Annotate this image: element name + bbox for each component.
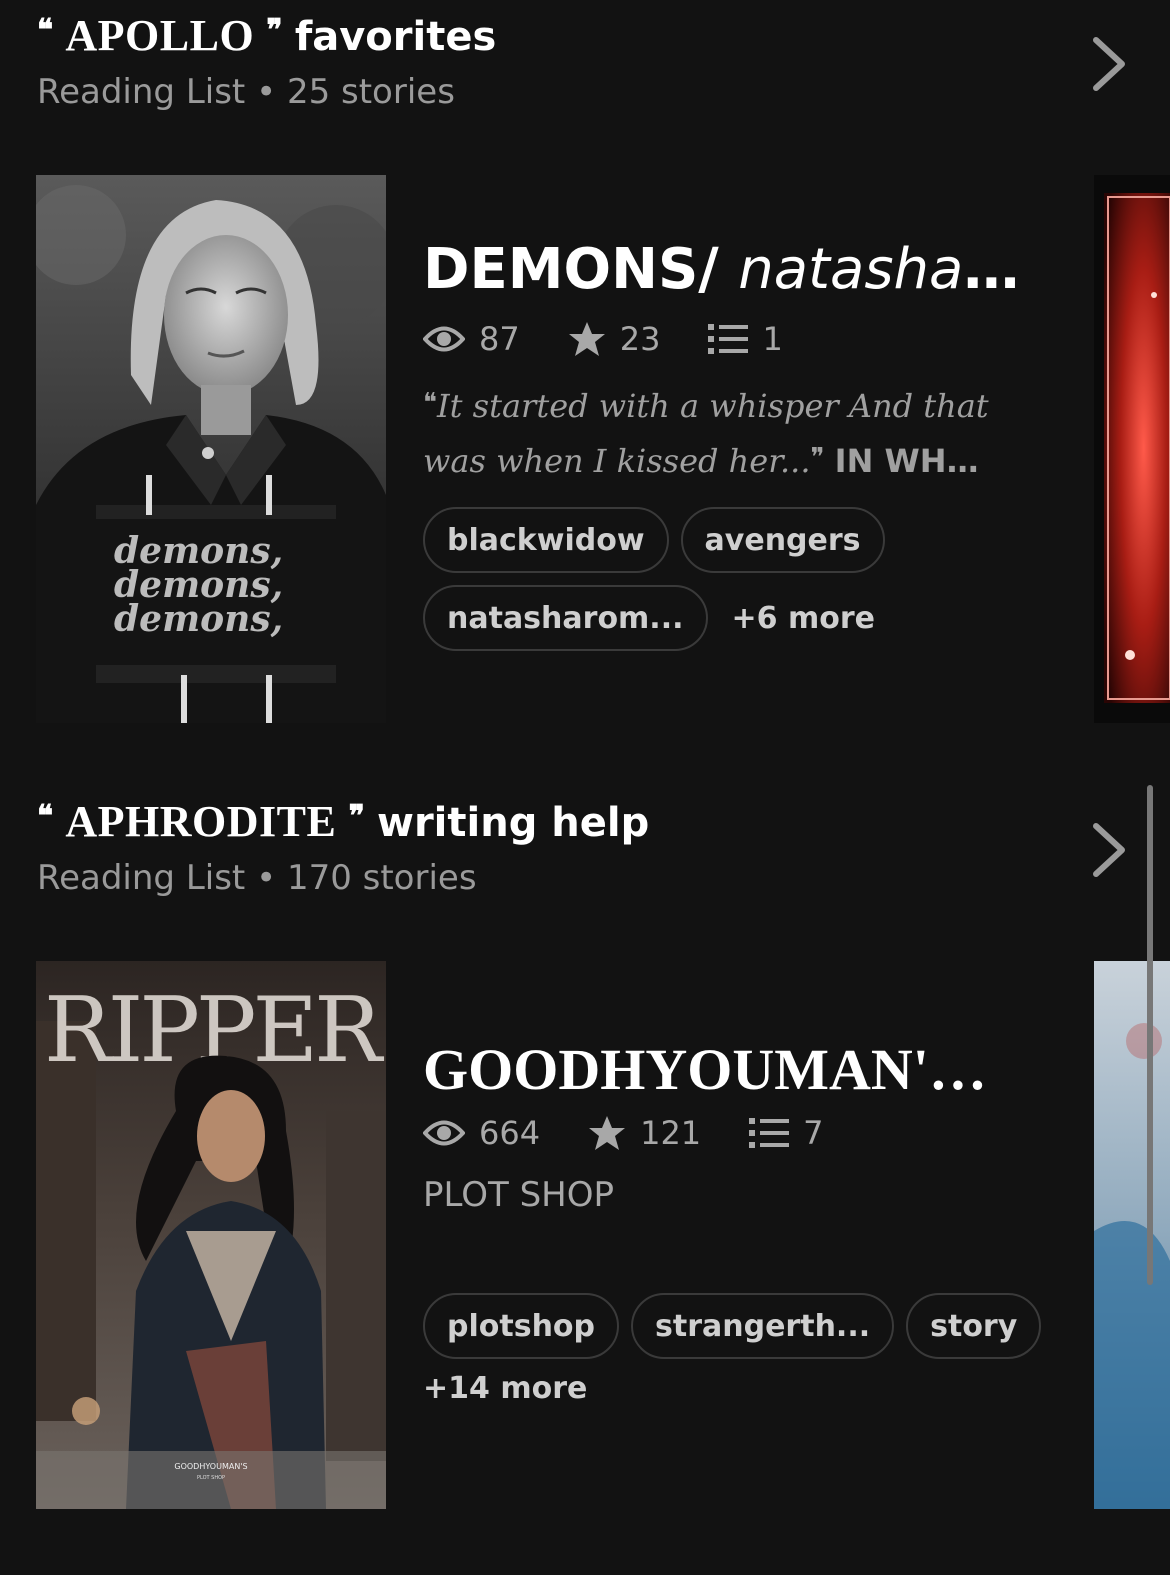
- story-title[interactable]: GOODHYOUMAN'…: [423, 1035, 1023, 1105]
- reading-list-subtitle: Reading List • 170 stories: [37, 858, 649, 898]
- scrollbar[interactable]: [1147, 785, 1153, 1285]
- quote-open: ❝: [423, 388, 437, 418]
- votes-stat: 121: [588, 1114, 701, 1152]
- list-icon: [708, 324, 749, 354]
- list-title-word: APHRODITE: [65, 797, 337, 846]
- chevron-right-icon[interactable]: [1082, 34, 1142, 94]
- reading-list-title: ❝ APHRODITE ❞ writing help: [37, 788, 649, 852]
- tag-chip[interactable]: avengers: [680, 507, 885, 573]
- eye-icon: [423, 326, 465, 352]
- parts-count: 1: [762, 320, 783, 358]
- more-tags-link[interactable]: +6 more: [720, 601, 875, 636]
- tag-chip[interactable]: natasharom...: [423, 585, 708, 651]
- views-stat: 87: [423, 320, 520, 358]
- votes-stat: 23: [568, 320, 661, 358]
- cover-overlay-text: demons,: [114, 598, 283, 640]
- story-info: DEMONS/ natasha ro… 87: [423, 235, 1043, 651]
- quote-open: ❝: [37, 799, 54, 834]
- eye-icon: [423, 1120, 465, 1146]
- tag-chip[interactable]: plotshop: [423, 1293, 620, 1359]
- story-title[interactable]: DEMONS/ natasha ro…: [423, 235, 1023, 305]
- parts-stat: 1: [708, 320, 783, 358]
- story-cover-image[interactable]: RIPPER GOODHYOUMAN'S PLOT SHOP: [36, 961, 386, 1509]
- votes-count: 121: [640, 1114, 702, 1152]
- list-icon: [749, 1118, 790, 1148]
- story-stats: 87 23 1: [423, 317, 1043, 361]
- chevron-right-icon[interactable]: [1082, 820, 1142, 880]
- separator-dot: •: [256, 72, 277, 112]
- reading-list-title: ❝ APOLLO ❞ favorites: [37, 2, 496, 66]
- votes-count: 23: [619, 320, 661, 358]
- story-description: PLOT SHOP: [423, 1175, 614, 1215]
- parts-stat: 7: [749, 1114, 824, 1152]
- tag-chip[interactable]: blackwidow: [423, 507, 669, 573]
- reading-list-header[interactable]: ❝ APOLLO ❞ favorites Reading List • 25 s…: [37, 2, 496, 112]
- story-tags: blackwidow avengers natasharom... +6 mor…: [423, 507, 1043, 651]
- parts-count: 7: [803, 1114, 824, 1152]
- quote-open: ❝: [37, 13, 54, 48]
- story-stats: 664 121 7: [423, 1111, 1043, 1155]
- list-type: Reading List: [37, 72, 246, 112]
- quote-close: ❞: [348, 799, 365, 834]
- next-story-cover-peek[interactable]: [1094, 961, 1170, 1509]
- cover-footer-text: GOODHYOUMAN'S: [174, 1462, 247, 1471]
- reading-list-subtitle: Reading List • 25 stories: [37, 72, 496, 112]
- description-caps: IN WH…: [834, 442, 979, 480]
- views-count: 664: [479, 1114, 541, 1152]
- star-icon: [589, 1116, 626, 1150]
- story-description: ❝It started with a whisper And that was …: [423, 377, 1023, 481]
- reading-list-header[interactable]: ❝ APHRODITE ❞ writing help Reading List …: [37, 788, 649, 898]
- list-type: Reading List: [37, 858, 246, 898]
- list-title-topic: favorites: [294, 14, 497, 60]
- tag-chip[interactable]: strangerth...: [631, 1293, 895, 1359]
- next-story-cover-peek[interactable]: [1094, 175, 1170, 723]
- story-title-italic: natasha ro…: [738, 237, 1023, 302]
- more-tags-link[interactable]: +14 more: [423, 1371, 1043, 1406]
- views-stat: 664: [423, 1114, 540, 1152]
- story-info: GOODHYOUMAN'… 664 121 7 PLOT SHOP plotsh…: [423, 1035, 1043, 1406]
- list-title-word: APOLLO: [65, 11, 255, 60]
- story-tags: plotshop strangerth... story: [423, 1293, 1043, 1359]
- tag-chip[interactable]: story: [906, 1293, 1042, 1359]
- quote-close: ❞: [266, 13, 283, 48]
- story-count: 25 stories: [286, 72, 455, 112]
- cover-footer-sub-text: PLOT SHOP: [197, 1475, 225, 1481]
- separator-dot: •: [256, 858, 277, 898]
- list-title-topic: writing help: [377, 800, 650, 846]
- story-count: 170 stories: [286, 858, 477, 898]
- story-title-main: DEMONS/: [423, 237, 719, 302]
- star-icon: [568, 322, 605, 356]
- views-count: 87: [479, 320, 520, 358]
- story-card[interactable]: demons, demons, demons, DEMONS/ natasha …: [0, 175, 1170, 723]
- story-card[interactable]: RIPPER GOODHYOUMAN'S PLOT SHOP GOODHYOUM…: [0, 961, 1170, 1509]
- reading-lists-screen: ❝ APOLLO ❞ favorites Reading List • 25 s…: [0, 0, 1170, 1575]
- quote-close: ❞: [810, 443, 825, 473]
- story-cover-image[interactable]: demons, demons, demons,: [36, 175, 386, 723]
